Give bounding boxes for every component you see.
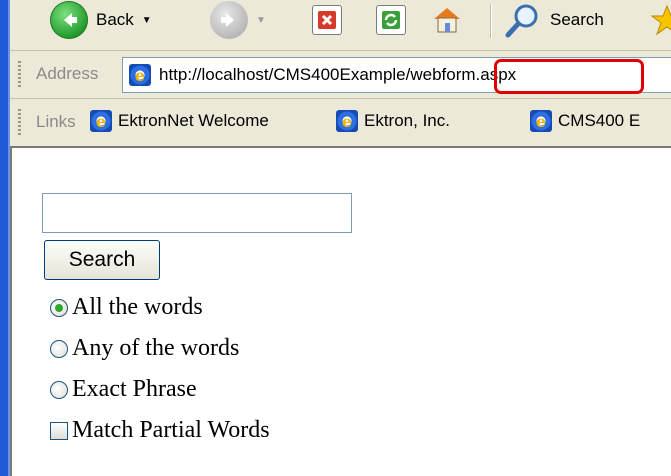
ie-link-icon: e — [530, 110, 552, 132]
back-label: Back — [96, 10, 134, 29]
link-label: EktronNet Welcome — [118, 111, 269, 130]
page-content: Search All the words Any of the words Ex… — [10, 148, 671, 476]
ie-link-icon: e — [336, 110, 358, 132]
links-bar-grip[interactable] — [18, 109, 21, 135]
search-button[interactable]: Search — [44, 240, 160, 280]
radio-any-words[interactable] — [50, 339, 68, 358]
url-highlight-annotation — [494, 59, 644, 94]
forward-dropdown-icon[interactable]: ▼ — [256, 15, 266, 26]
radio-exact-phrase[interactable] — [50, 380, 68, 399]
link-ektronnet-welcome[interactable]: e EktronNet Welcome — [90, 110, 269, 132]
back-dropdown-icon[interactable]: ▼ — [142, 15, 152, 26]
radio-all-words[interactable] — [50, 298, 68, 317]
refresh-button[interactable] — [376, 0, 406, 40]
home-button[interactable] — [430, 0, 464, 40]
favorites-button[interactable] — [650, 0, 671, 40]
url-text: http://localhost/CMS400Example/webform.a… — [159, 65, 516, 85]
home-icon — [434, 8, 460, 33]
refresh-icon — [376, 5, 406, 35]
toolbar-separator — [490, 4, 492, 38]
option-label: Exact Phrase — [72, 376, 197, 402]
stop-button[interactable] — [312, 0, 342, 40]
option-label: Any of the words — [72, 335, 240, 361]
stop-icon — [312, 5, 342, 35]
address-bar: Address e http://localhost/CMS400Example… — [10, 51, 671, 99]
links-bar: Links e EktronNet Welcome e Ektron, Inc.… — [10, 99, 671, 148]
link-ektron-inc[interactable]: e Ektron, Inc. — [336, 110, 450, 132]
link-label: Ektron, Inc. — [364, 111, 450, 130]
search-toolbar-button[interactable]: Search — [504, 0, 604, 40]
checkbox-match-partial[interactable] — [50, 421, 68, 440]
star-icon — [650, 4, 671, 36]
search-toolbar-label: Search — [550, 10, 604, 29]
option-match-partial[interactable]: Match Partial Words — [50, 417, 270, 444]
option-exact-phrase[interactable]: Exact Phrase — [50, 376, 197, 403]
back-button[interactable]: Back ▼ — [50, 0, 152, 40]
option-label: Match Partial Words — [72, 417, 270, 443]
back-arrow-icon — [50, 1, 88, 39]
option-label: All the words — [72, 294, 203, 320]
browser-toolbar: Back ▼ ▼ Search — [10, 0, 671, 51]
ie-page-icon: e — [129, 64, 151, 86]
window-frame-edge — [0, 0, 10, 476]
url-prefix: http://localhost/CMS400Example — [159, 65, 406, 84]
option-any-words[interactable]: Any of the words — [50, 335, 239, 362]
option-all-words[interactable]: All the words — [50, 294, 203, 321]
radio-selected-dot — [55, 303, 63, 312]
forward-button[interactable]: ▼ — [210, 0, 266, 40]
search-input[interactable] — [42, 193, 352, 233]
ie-link-icon: e — [90, 110, 112, 132]
magnifier-icon — [505, 4, 538, 38]
link-cms400[interactable]: e CMS400 E — [530, 110, 640, 132]
link-label: CMS400 E — [558, 111, 641, 130]
address-label: Address — [36, 64, 99, 83]
forward-arrow-icon — [210, 1, 248, 39]
address-bar-grip[interactable] — [18, 61, 21, 87]
links-label: Links — [36, 112, 76, 131]
